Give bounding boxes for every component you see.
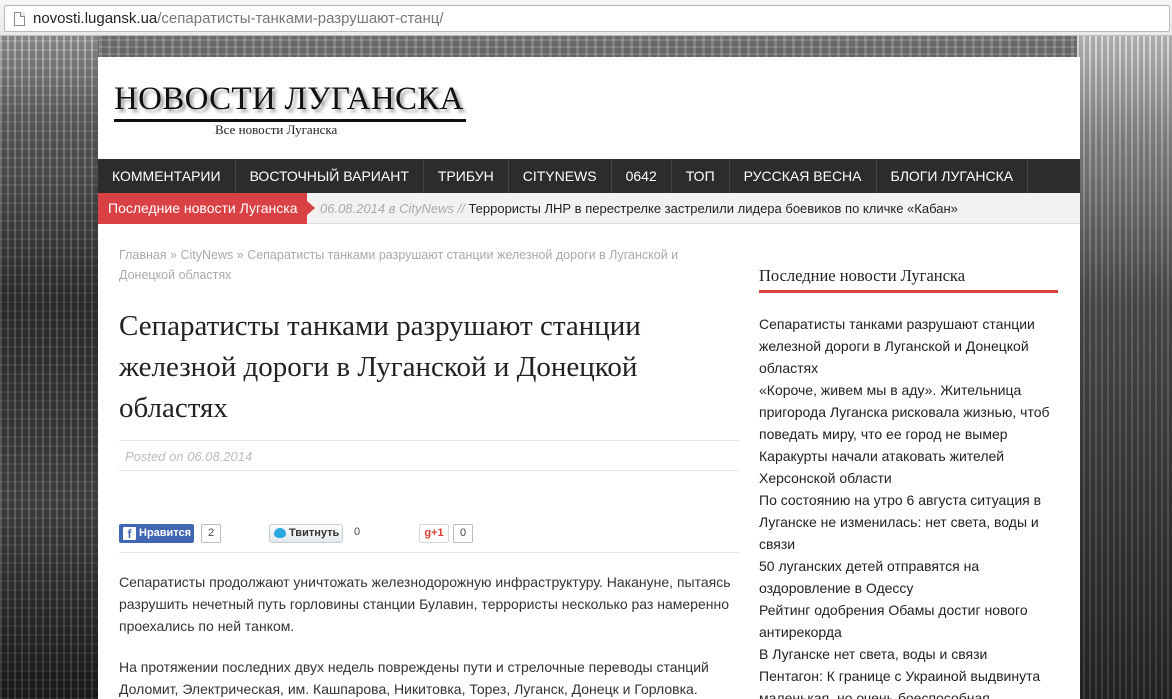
article-paragraph: На протяжении последних двух недель повр… — [119, 659, 709, 697]
facebook-icon: f — [123, 527, 136, 541]
twitter-tweet-button[interactable]: Твитнуть — [269, 524, 343, 543]
background-left-image — [0, 36, 98, 699]
nav-item-blogs[interactable]: БЛОГИ ЛУГАНСКА — [877, 159, 1029, 193]
article-posted-date: Posted on 06.08.2014 — [119, 440, 739, 471]
sidebar-news-link[interactable]: Сепаратисты танками разрушают станции же… — [759, 313, 1059, 379]
sidebar-title: Последние новости Луганска — [759, 265, 1058, 293]
twitter-bird-icon — [274, 528, 286, 538]
site-tagline: Все новости Луганска — [215, 122, 338, 137]
breadcrumb: Главная » CityNews » Сепаратисты танками… — [119, 245, 719, 285]
google-plus-count: 0 — [453, 524, 473, 543]
news-ticker: Последние новости Луганска 06.08.2014 в … — [98, 193, 1080, 224]
url-host: novosti.lugansk.ua — [33, 10, 158, 27]
social-share-bar: f Нравится 2 Твитнуть 0 g+1 0 — [119, 513, 739, 553]
breadcrumb-category[interactable]: CityNews — [180, 248, 233, 262]
sidebar-news-link[interactable]: «Короче, живем мы в аду». Жительница при… — [759, 379, 1059, 445]
sidebar-news-link[interactable]: По состоянию на утро 6 августа ситуация … — [759, 489, 1059, 555]
nav-item-top[interactable]: ТОП — [672, 159, 730, 193]
ticker-label: Последние новости Луганска — [98, 193, 315, 224]
nav-item-tribun[interactable]: ТРИБУН — [424, 159, 509, 193]
article-body: Сепаратисты продолжают уничтожать железн… — [119, 571, 739, 699]
main-nav: КОММЕНТАРИИ ВОСТОЧНЫЙ ВАРИАНТ ТРИБУН CIT… — [98, 159, 1080, 193]
sidebar-news-list: Сепаратисты танками разрушают станции же… — [759, 313, 1059, 699]
url-text[interactable]: novosti.lugansk.ua/сепаратисты-танками-р… — [33, 10, 444, 28]
sidebar-news-link[interactable]: 50 луганских детей отправятся на оздоров… — [759, 555, 1059, 599]
facebook-like-label: Нравится — [139, 527, 192, 539]
sidebar-news-link[interactable]: Каракурты начали атаковать жителей Херсо… — [759, 445, 1059, 489]
ticker-item[interactable]: 06.08.2014 в CityNews // Террористы ЛНР … — [320, 193, 958, 224]
ticker-date: 06.08.2014 в CityNews // — [320, 201, 465, 216]
breadcrumb-separator: » — [166, 248, 181, 262]
background-right-image — [1077, 36, 1172, 699]
breadcrumb-home[interactable]: Главная — [119, 248, 167, 262]
twitter-tweet-count: 0 — [353, 526, 361, 538]
page-icon — [14, 12, 25, 26]
address-bar[interactable]: novosti.lugansk.ua/сепаратисты-танками-р… — [4, 5, 1170, 32]
nav-item-vostochny-variant[interactable]: ВОСТОЧНЫЙ ВАРИАНТ — [236, 159, 424, 193]
site-logo[interactable]: НОВОСТИ ЛУГАНСКА — [114, 79, 466, 122]
twitter-tweet-label: Твитнуть — [289, 527, 340, 539]
sidebar-news-link[interactable]: Пентагон: К границе с Украиной выдвинута… — [759, 665, 1059, 699]
url-path: /сепаратисты-танками-разрушают-станц/ — [157, 10, 444, 27]
nav-item-russkaya-vesna[interactable]: РУССКАЯ ВЕСНА — [730, 159, 877, 193]
site-page: НОВОСТИ ЛУГАНСКА Все новости Луганска КО… — [98, 57, 1080, 699]
google-plus-button[interactable]: g+1 — [419, 524, 449, 543]
nav-item-0642[interactable]: 0642 — [612, 159, 672, 193]
sidebar-news-link[interactable]: Рейтинг одобрения Обамы достиг нового ан… — [759, 599, 1059, 643]
article-paragraph: Сепаратисты продолжают уничтожать железн… — [119, 574, 731, 634]
facebook-like-button[interactable]: f Нравится — [119, 524, 194, 543]
nav-item-comments[interactable]: КОММЕНТАРИИ — [98, 159, 236, 193]
article-title: Сепаратисты танками разрушают станции же… — [119, 310, 641, 424]
breadcrumb-separator: » — [233, 248, 248, 262]
sidebar-news-link[interactable]: В Луганске нет света, воды и связи — [759, 643, 1059, 665]
browser-toolbar: novosti.lugansk.ua/сепаратисты-танками-р… — [0, 0, 1172, 36]
ticker-headline[interactable]: Террористы ЛНР в перестрелке застрелили … — [468, 201, 957, 216]
facebook-like-count: 2 — [201, 524, 221, 543]
nav-item-citynews[interactable]: CITYNEWS — [509, 159, 612, 193]
